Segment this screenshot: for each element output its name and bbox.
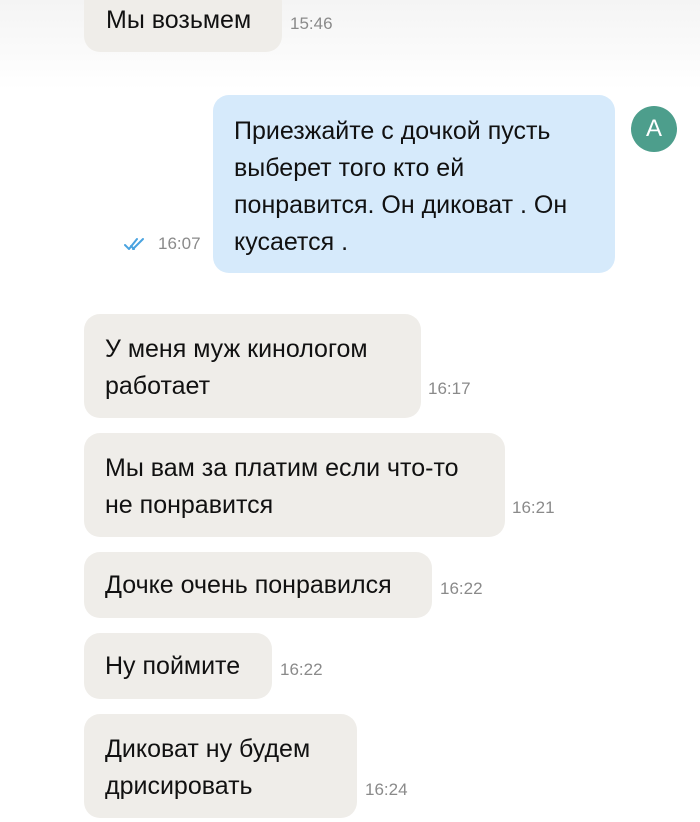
message-time: 16:22 xyxy=(440,579,483,598)
message-text: Дочке очень понравился xyxy=(105,571,392,599)
message-time: 15:46 xyxy=(290,14,333,33)
message-bubble-incoming[interactable]: Диковат ну будем дрисировать xyxy=(84,714,357,818)
message-time: 16:22 xyxy=(280,660,323,679)
message-time: 16:21 xyxy=(512,498,555,517)
message-time: 16:07 xyxy=(158,234,201,253)
message-time: 16:24 xyxy=(365,780,408,799)
message-bubble-incoming[interactable]: Ну поймите xyxy=(84,633,272,699)
message-time: 16:17 xyxy=(428,379,471,398)
message-text: Диковат ну будем дрисировать xyxy=(105,735,311,800)
message-text: У меня муж кинологом работает xyxy=(105,335,368,400)
message-bubble-incoming[interactable]: Дочке очень понравился xyxy=(84,552,432,618)
message-bubble-incoming[interactable]: Мы вам за платим если что-то не понравит… xyxy=(84,433,505,537)
avatar[interactable]: А xyxy=(631,106,677,152)
message-text: Мы вам за платим если что-то не понравит… xyxy=(105,454,459,519)
message-bubble-incoming[interactable]: У меня муж кинологом работает xyxy=(84,314,421,418)
message-bubble-outgoing[interactable]: Приезжайте с дочкой пусть выберет того к… xyxy=(213,95,615,273)
double-check-icon xyxy=(124,238,144,250)
message-text: Ну поймите xyxy=(105,652,241,680)
message-text: Приезжайте с дочкой пусть выберет того к… xyxy=(234,117,568,256)
message-text: Мы возьмем xyxy=(106,6,252,34)
message-bubble-incoming[interactable]: Мы возьмем xyxy=(84,0,282,52)
